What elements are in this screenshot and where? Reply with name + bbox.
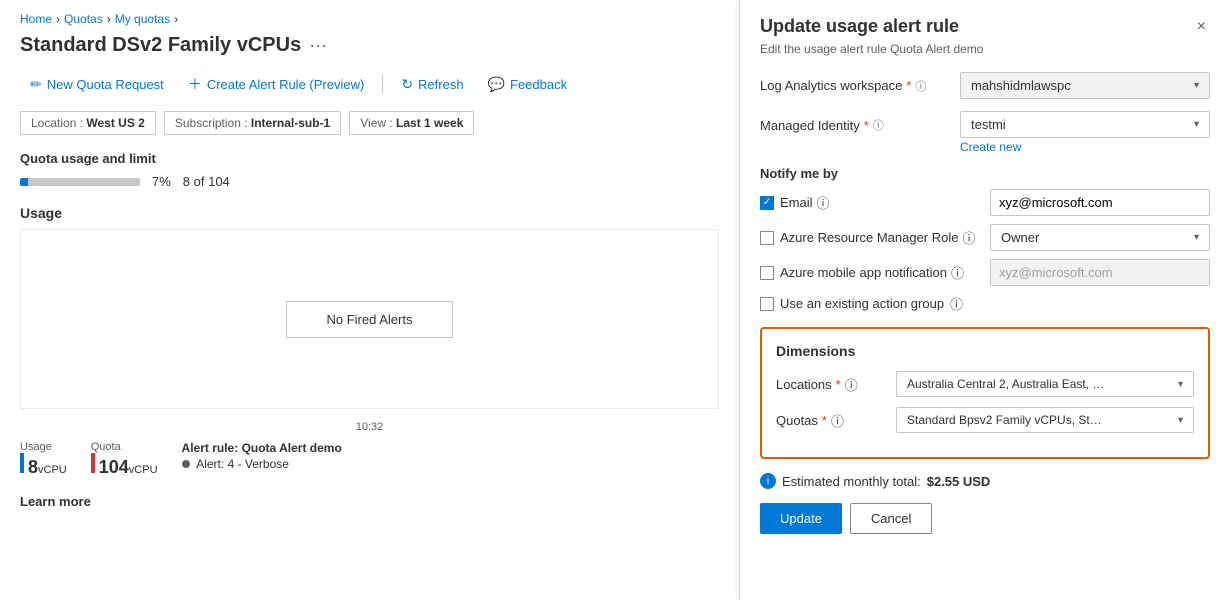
mobile-checkbox-area: Azure mobile app notification ⓘ	[760, 263, 980, 282]
quota-bar-area: 7% 8 of 104	[20, 174, 719, 189]
locations-label: Locations * ⓘ	[776, 375, 896, 394]
refresh-button[interactable]: ↻ Refresh	[391, 71, 473, 98]
usage-title: Usage	[20, 205, 719, 221]
mobile-info-icon: ⓘ	[951, 263, 964, 282]
locations-dropdown[interactable]: Australia Central 2, Australia East, Bra…	[896, 371, 1194, 397]
mobile-input[interactable]	[990, 259, 1210, 286]
chevron-down-icon: ▾	[1178, 379, 1183, 390]
location-filter[interactable]: Location : West US 2	[20, 111, 156, 135]
arm-role-dropdown[interactable]: Owner ▾	[990, 224, 1210, 251]
legend-area: Usage 8vCPU Quota 104vCPU Alert rule: Qu…	[20, 441, 719, 478]
pencil-icon: ✏	[30, 76, 42, 93]
usage-bar-indicator	[20, 453, 24, 473]
page-title-area: Standard DSv2 Family vCPUs ···	[20, 34, 719, 57]
arm-role-checkbox[interactable]	[760, 231, 774, 245]
estimated-info-icon: i	[760, 473, 776, 489]
cancel-button[interactable]: Cancel	[850, 503, 932, 534]
log-analytics-dropdown[interactable]: mahshidmlawspc ▾	[960, 72, 1210, 99]
breadcrumb-home[interactable]: Home	[20, 12, 52, 26]
panel-header: Update usage alert rule ×	[760, 16, 1210, 38]
managed-identity-control: testmi ▾ Create new	[960, 111, 1210, 154]
update-button[interactable]: Update	[760, 503, 842, 534]
bottom-buttons: Update Cancel	[760, 503, 1210, 534]
breadcrumb: Home › Quotas › My quotas ›	[20, 12, 719, 26]
arm-role-notify-row: Azure Resource Manager Role ⓘ Owner ▾	[760, 224, 1210, 251]
breadcrumb-my-quotas[interactable]: My quotas	[115, 12, 170, 26]
managed-identity-dropdown[interactable]: testmi ▾	[960, 111, 1210, 138]
email-notify-row: Email ⓘ	[760, 189, 1210, 216]
quota-bar-indicator	[91, 453, 95, 473]
feedback-button[interactable]: 💬 Feedback	[478, 71, 578, 98]
new-quota-button[interactable]: ✏ New Quota Request	[20, 71, 174, 98]
managed-identity-info-icon: ⓘ	[873, 117, 884, 133]
locations-row: Locations * ⓘ Australia Central 2, Austr…	[776, 371, 1194, 397]
create-alert-button[interactable]: ＋ Create Alert Rule (Preview)	[178, 69, 375, 99]
create-new-link[interactable]: Create new	[960, 140, 1021, 154]
email-input[interactable]	[990, 189, 1210, 216]
progress-bar-fill	[20, 178, 28, 186]
breadcrumb-quotas[interactable]: Quotas	[64, 12, 103, 26]
usage-section: Usage No Fired Alerts 10:32	[20, 205, 719, 433]
mobile-checkbox[interactable]	[760, 266, 774, 280]
chart-container: No Fired Alerts	[20, 229, 719, 409]
log-analytics-control: mahshidmlawspc ▾	[960, 72, 1210, 99]
mobile-notify-row: Azure mobile app notification ⓘ	[760, 259, 1210, 286]
close-button[interactable]: ×	[1193, 16, 1210, 38]
action-group-checkbox[interactable]	[760, 297, 774, 311]
alert-info: Alert rule: Quota Alert demo Alert: 4 - …	[182, 441, 342, 471]
toolbar-divider	[382, 74, 383, 94]
log-analytics-row: Log Analytics workspace * ⓘ mahshidmlaws…	[760, 72, 1210, 99]
chevron-down-icon: ▾	[1194, 119, 1199, 130]
arm-role-info-icon: ⓘ	[962, 228, 975, 247]
estimated-cost: i Estimated monthly total: $2.55 USD	[760, 473, 1210, 489]
locations-info-icon: ⓘ	[845, 375, 858, 394]
log-analytics-info-icon: ⓘ	[915, 78, 926, 94]
panel-title: Update usage alert rule	[760, 16, 959, 37]
chart-time: 10:32	[20, 421, 719, 433]
chevron-down-icon: ▾	[1194, 232, 1199, 243]
chevron-down-icon: ▾	[1178, 415, 1183, 426]
toolbar: ✏ New Quota Request ＋ Create Alert Rule …	[20, 69, 719, 99]
quota-usage-text: 8 of 104	[183, 174, 230, 189]
quotas-label: Quotas * ⓘ	[776, 411, 896, 430]
no-alerts-box: No Fired Alerts	[286, 301, 454, 338]
quota-legend: Quota 104vCPU	[91, 441, 158, 478]
subscription-filter[interactable]: Subscription : Internal-sub-1	[164, 111, 341, 135]
action-group-info-icon: ⓘ	[950, 294, 963, 313]
quota-section-title: Quota usage and limit	[20, 151, 719, 166]
feedback-icon: 💬	[488, 76, 505, 93]
left-panel: Home › Quotas › My quotas › Standard DSv…	[0, 0, 740, 600]
right-panel: Update usage alert rule × Edit the usage…	[740, 0, 1230, 600]
email-info-icon: ⓘ	[817, 193, 830, 212]
filters-bar: Location : West US 2 Subscription : Inte…	[20, 111, 719, 135]
refresh-icon: ↻	[401, 76, 413, 93]
managed-identity-label: Managed Identity * ⓘ	[760, 117, 960, 133]
email-checkbox-area: Email ⓘ	[760, 193, 980, 212]
quotas-row: Quotas * ⓘ Standard Bpsv2 Family vCPUs, …	[776, 407, 1194, 433]
usage-value: 8vCPU	[28, 457, 67, 478]
log-analytics-label: Log Analytics workspace * ⓘ	[760, 78, 960, 94]
more-options-button[interactable]: ···	[309, 35, 327, 56]
quotas-info-icon: ⓘ	[831, 411, 844, 430]
dimensions-title: Dimensions	[776, 343, 1194, 359]
email-checkbox[interactable]	[760, 196, 774, 210]
progress-bar-track	[20, 178, 140, 186]
view-filter[interactable]: View : Last 1 week	[349, 111, 474, 135]
managed-identity-row: Managed Identity * ⓘ testmi ▾ Create new	[760, 111, 1210, 154]
quota-value: 104vCPU	[99, 457, 158, 478]
chevron-down-icon: ▾	[1194, 80, 1199, 91]
action-group-row: Use an existing action group ⓘ	[760, 294, 1210, 313]
plus-icon: ＋	[188, 74, 202, 94]
quota-percent: 7%	[152, 174, 171, 189]
dimensions-box: Dimensions Locations * ⓘ Australia Centr…	[760, 327, 1210, 459]
quotas-dropdown[interactable]: Standard Bpsv2 Family vCPUs, Standard DS…	[896, 407, 1194, 433]
page-title: Standard DSv2 Family vCPUs	[20, 34, 301, 57]
panel-subtitle: Edit the usage alert rule Quota Alert de…	[760, 42, 1210, 56]
notify-header: Notify me by	[760, 166, 1210, 181]
alert-dot-icon	[182, 460, 190, 468]
usage-legend: Usage 8vCPU	[20, 441, 67, 478]
learn-more: Learn more	[20, 494, 719, 509]
arm-role-checkbox-area: Azure Resource Manager Role ⓘ	[760, 228, 980, 247]
